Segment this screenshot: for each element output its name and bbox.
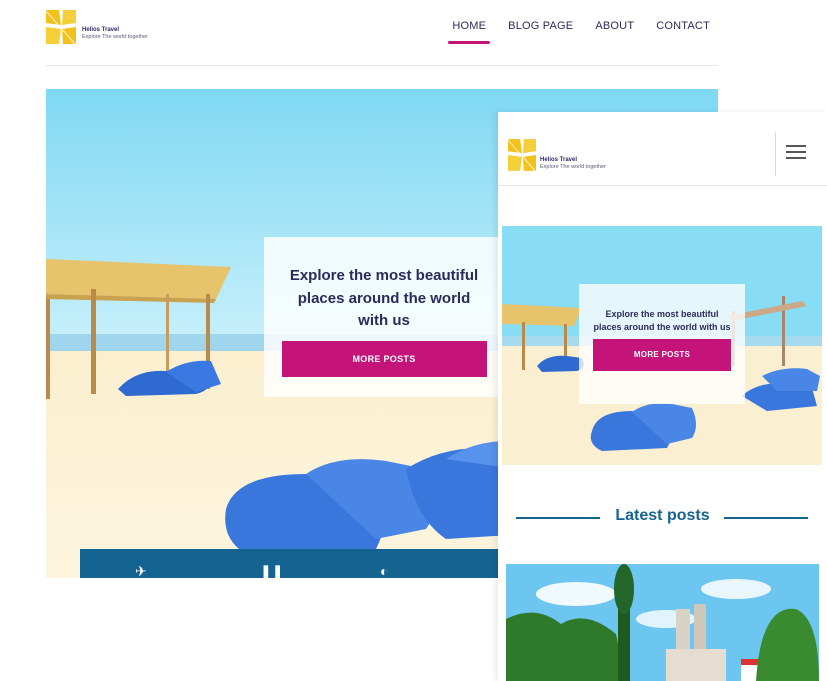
hamburger-icon[interactable] [786,145,806,161]
brand-name: Helios Travel [540,157,578,163]
hero-headline: Explore the most beautiful places around… [593,309,731,332]
desktop-header: Helios Travel Explore The world together… [46,0,718,66]
more-posts-button[interactable]: MORE POSTS [281,340,487,377]
mobile-hero-card: Explore the most beautiful places around… [579,284,745,404]
more-posts-button[interactable]: MORE POSTS [593,339,731,372]
desktop-nav: HOME BLOG PAGE ABOUT CONTACT [448,20,710,44]
header-divider [775,132,776,176]
nav-home[interactable]: HOME [448,20,490,44]
nav-about[interactable]: ABOUT [595,20,634,40]
mobile-mockup: Helios Travel Explore The world together [498,112,827,681]
brand-text: Helios Travel Explore The world together [82,27,148,41]
brand-name: Helios Travel [82,27,120,33]
latest-posts-heading: Latest posts [498,498,827,538]
desktop-page-fade [0,578,500,681]
hero-headline: Explore the most beautiful places around… [289,267,479,329]
heading-rule-right [724,517,808,519]
brand-text: Helios Travel Explore The world together [540,157,606,171]
post-thumbnail[interactable] [506,564,819,681]
mobile-header: Helios Travel Explore The world together [498,112,827,186]
nav-blog-page[interactable]: BLOG PAGE [508,20,573,40]
desktop-hero-card: Explore the most beautiful places around… [264,237,504,397]
mobile-hero-image: Explore the most beautiful places around… [502,226,822,465]
nav-contact[interactable]: CONTACT [656,20,710,40]
latest-posts-title: Latest posts [615,507,710,524]
logo-icon[interactable] [508,139,536,171]
logo-icon[interactable] [46,10,76,44]
globe-icon[interactable]: ◐ [380,563,388,579]
brand-tagline: Explore The world together [540,164,606,171]
post-image [506,564,819,681]
brand-tagline: Explore The world together [82,34,148,41]
